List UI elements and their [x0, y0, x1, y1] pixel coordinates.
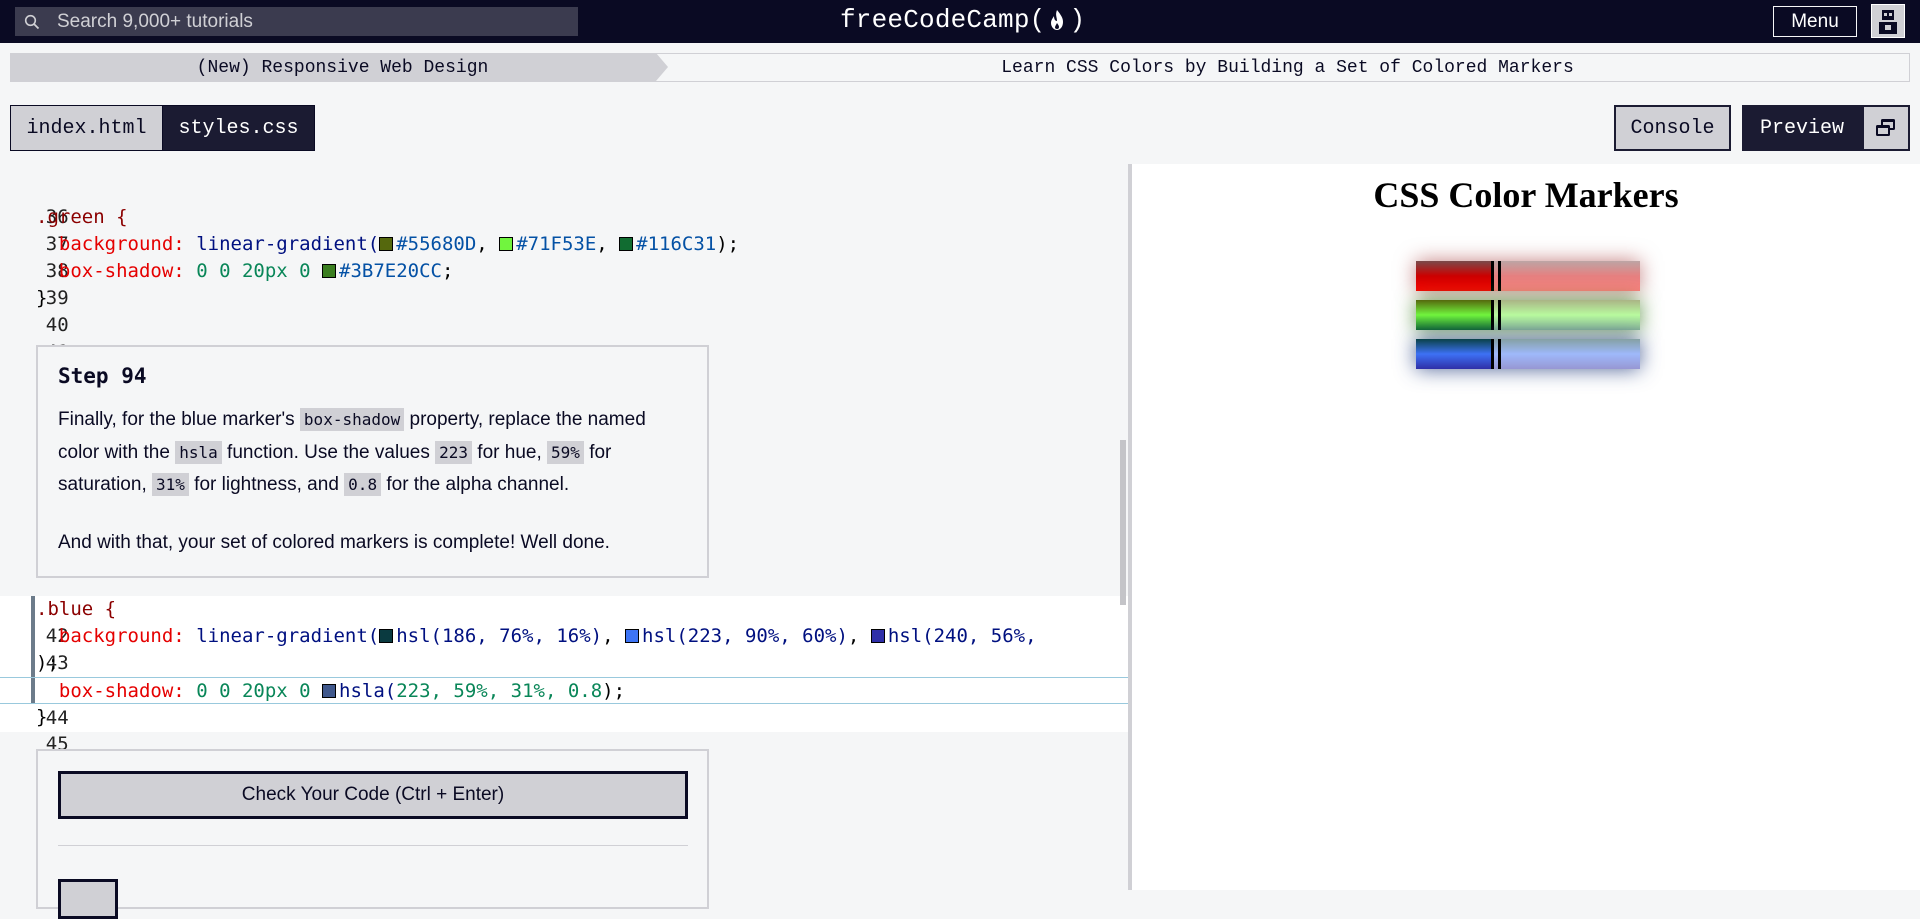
css-punctuation: ); — [36, 652, 59, 674]
red-marker — [1416, 261, 1640, 291]
code-line-42[interactable]: 42 .blue { — [0, 596, 1128, 647]
color-swatch[interactable] — [379, 237, 394, 251]
preview-pane: CSS Color Markers — [1132, 164, 1920, 890]
external-window-icon — [1876, 119, 1895, 136]
code-line-43[interactable]: 43 background: linear-gradient(hsl(186, … — [0, 623, 1128, 674]
css-punctuation: ); — [602, 680, 626, 702]
css-value: #116C31 — [636, 233, 717, 255]
code-line-45[interactable]: 45} — [0, 704, 1128, 755]
brand-text-left: freeCodeCamp( — [840, 5, 1046, 35]
color-swatch[interactable] — [619, 237, 634, 251]
color-swatch[interactable] — [379, 629, 394, 643]
blue-marker — [1416, 339, 1640, 369]
css-function: linear-gradient( — [196, 625, 380, 647]
tab-index-html[interactable]: index.html — [10, 105, 163, 151]
inline-code: 223 — [435, 440, 473, 464]
color-swatch[interactable] — [625, 629, 640, 643]
css-function: linear-gradient( — [196, 233, 380, 255]
code-line-43-wrap[interactable]: ); — [0, 650, 1128, 677]
code-line-39[interactable]: 39 box-shadow: 0 0 20px 0 #3B7E20CC; — [0, 258, 1128, 309]
search-bar[interactable] — [15, 7, 578, 36]
css-value: 0 0 20px 0 — [196, 680, 311, 702]
inline-code: hsla — [175, 440, 222, 464]
secondary-button[interactable] — [58, 879, 118, 919]
console-button[interactable]: Console — [1614, 105, 1731, 151]
marker-sleeve — [1491, 300, 1640, 330]
css-property: background: — [58, 233, 185, 255]
user-avatar-icon — [1872, 5, 1904, 37]
css-value: hsl(223, 90%, 60%) — [642, 625, 848, 647]
inline-code: 31% — [152, 473, 189, 496]
check-code-button[interactable]: Check Your Code (Ctrl + Enter) — [58, 771, 688, 819]
instruction-text: for hue, — [472, 441, 548, 463]
preview-button[interactable]: Preview — [1742, 105, 1862, 151]
step-description: Step 94 Finally, for the blue marker's b… — [36, 345, 709, 578]
css-property: box-shadow: — [58, 680, 185, 702]
color-swatch[interactable] — [870, 629, 885, 643]
marker-sleeve — [1491, 339, 1640, 369]
avatar[interactable] — [1871, 4, 1905, 38]
top-navigation: freeCodeCamp( ) Menu — [0, 0, 1920, 43]
code-line-37[interactable]: 37 .green { — [0, 204, 1128, 255]
step-instructions: Finally, for the blue marker's box-shado… — [58, 404, 687, 502]
css-punctuation: } — [36, 287, 48, 309]
color-swatch[interactable] — [322, 684, 337, 698]
code-line-38[interactable]: 38 background: linear-gradient(#55680D, … — [0, 231, 1128, 282]
color-swatch[interactable] — [499, 237, 514, 251]
css-value: 223, 59%, 31%, 0.8 — [396, 680, 603, 702]
breadcrumb: (New) Responsive Web Design Learn CSS Co… — [10, 53, 1910, 82]
css-value: #71F53E — [516, 233, 597, 255]
brand-text-right: ) — [1069, 5, 1086, 35]
code-line-41[interactable]: 41 — [0, 312, 1128, 363]
instruction-text: for lightness, and — [188, 474, 345, 495]
preview-heading: CSS Color Markers — [1373, 175, 1679, 215]
breadcrumb-superblock[interactable]: (New) Responsive Web Design — [11, 53, 668, 82]
css-property: background: — [58, 625, 185, 647]
css-value: hsl(186, 76%, 16%) — [396, 625, 603, 647]
freecodecamp-logo[interactable]: freeCodeCamp( ) — [840, 5, 1085, 35]
tab-styles-css[interactable]: styles.css — [162, 105, 315, 151]
popout-preview-button[interactable] — [1862, 105, 1910, 151]
css-selector: .green { — [36, 206, 128, 228]
green-marker — [1416, 300, 1640, 330]
search-icon — [24, 14, 40, 29]
css-value: #3B7E20CC — [339, 260, 442, 282]
css-selector: .blue { — [36, 598, 117, 620]
marker-sleeve — [1491, 261, 1640, 291]
color-swatch[interactable] — [322, 264, 337, 278]
flame-icon — [1051, 10, 1064, 30]
menu-button[interactable]: Menu — [1773, 6, 1857, 37]
css-value: 0 0 20px 0 — [196, 260, 311, 282]
step-title: Step 94 — [58, 364, 147, 388]
inline-code: box-shadow — [299, 408, 405, 431]
step-completion-text: And with that, your set of colored marke… — [58, 531, 610, 553]
css-punctuation: ); — [716, 233, 740, 255]
search-input[interactable] — [57, 10, 537, 33]
css-property: box-shadow: — [58, 260, 185, 282]
instruction-text: function. Use the values — [221, 441, 436, 463]
css-punctuation: } — [36, 706, 48, 728]
inline-code: 0.8 — [344, 473, 382, 496]
code-line-40[interactable]: 40} — [0, 285, 1128, 336]
code-line-36[interactable]: 36 — [0, 177, 1128, 228]
code-line-44[interactable]: 44 box-shadow: 0 0 20px 0 hsla(223, 59%,… — [0, 677, 1128, 729]
css-value: hsl(240, 56%, — [887, 625, 1037, 647]
divider — [58, 845, 688, 846]
instruction-text: Finally, for the blue marker's — [58, 409, 300, 430]
breadcrumb-block[interactable]: Learn CSS Colors by Building a Set of Co… — [656, 58, 1909, 78]
instruction-text: for the alpha channel. — [381, 474, 570, 495]
css-function: hsla( — [339, 680, 397, 702]
css-value: #55680D — [396, 233, 477, 255]
inline-code: 59% — [547, 440, 584, 464]
editor-scrollbar[interactable] — [1120, 440, 1126, 605]
action-panel: Check Your Code (Ctrl + Enter) — [36, 749, 709, 919]
